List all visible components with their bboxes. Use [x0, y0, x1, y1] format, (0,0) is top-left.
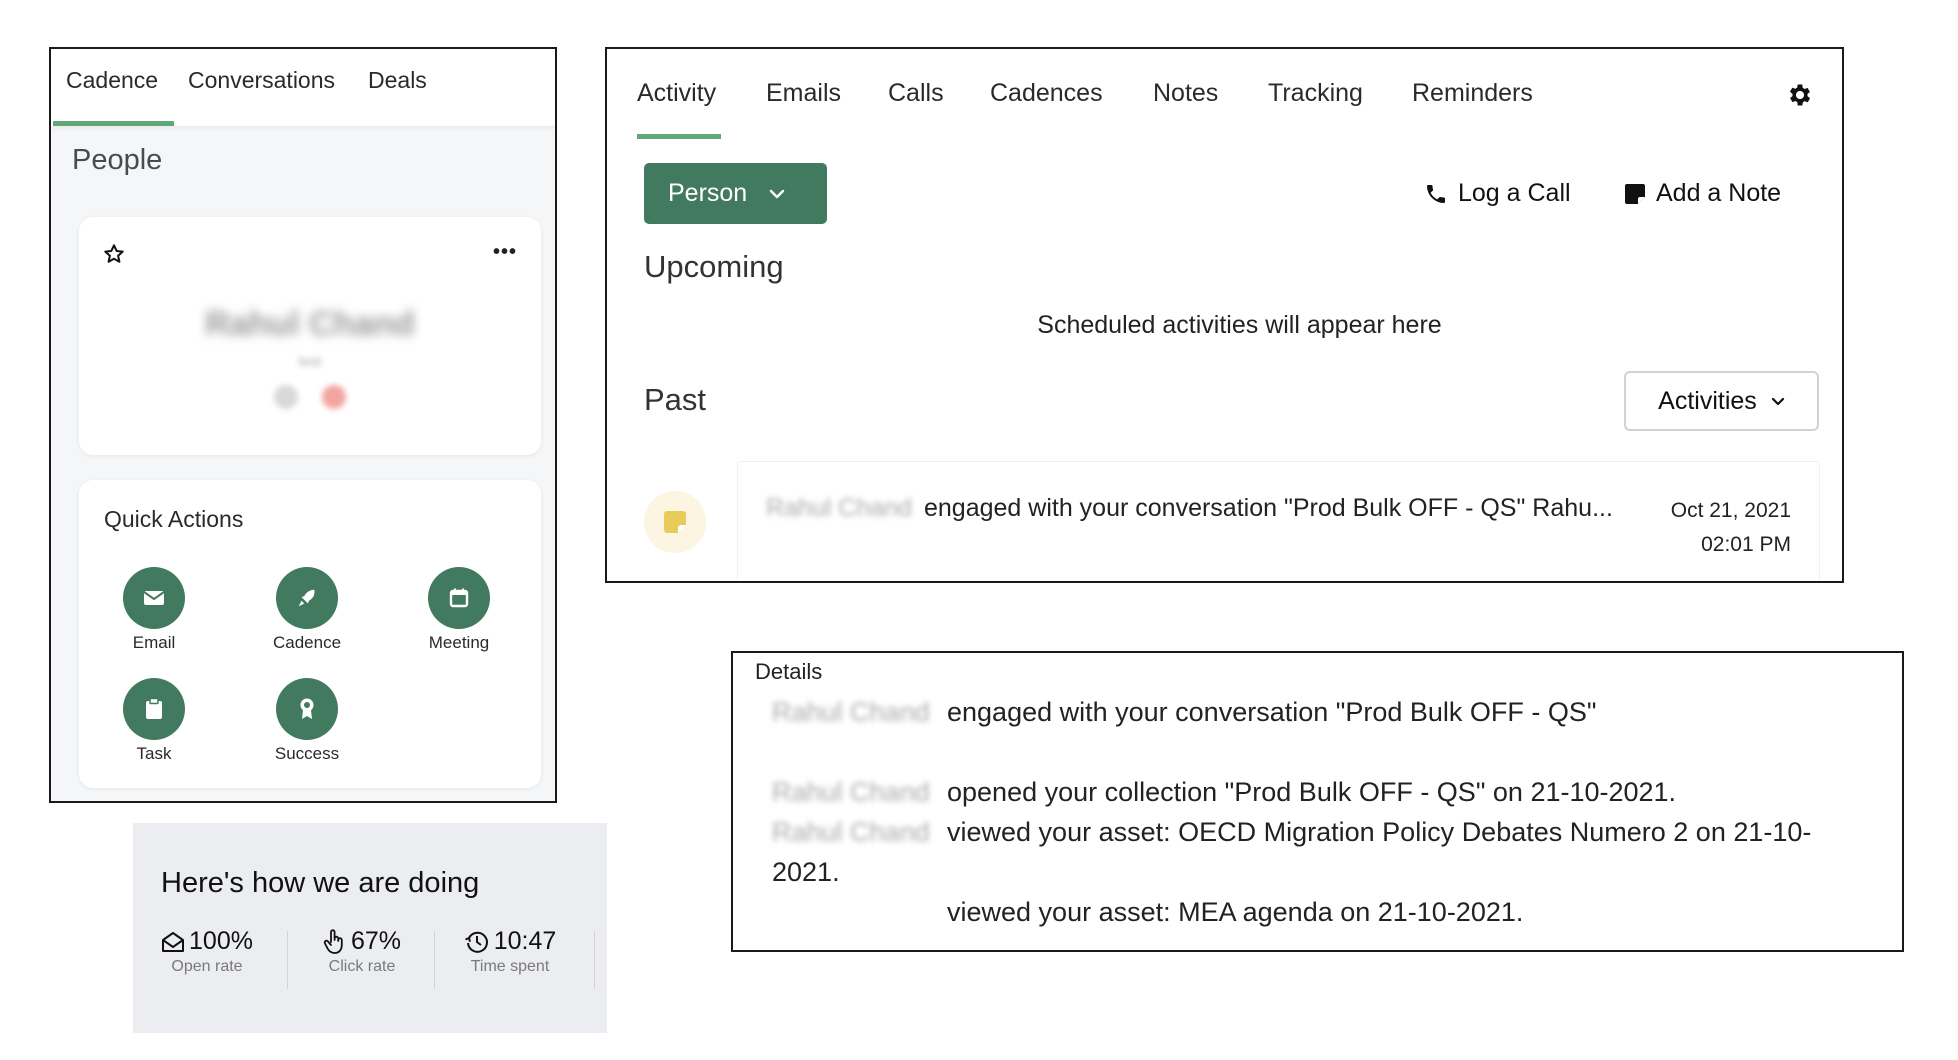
- tab-conversations[interactable]: Conversations: [188, 67, 335, 94]
- phone-icon[interactable]: [273, 385, 298, 409]
- chevron-down-icon: [770, 189, 785, 198]
- upcoming-section-title: Upcoming: [644, 249, 784, 284]
- tab-notes[interactable]: Notes: [1153, 79, 1218, 108]
- person-contact-icons: [79, 385, 541, 414]
- calendar-icon: [449, 588, 469, 608]
- detail-line: engaged with your conversation "Prod Bul…: [947, 697, 1597, 727]
- quick-action-label: Email: [132, 633, 176, 652]
- activity-time: 02:01 PM: [1701, 533, 1791, 556]
- quick-action-label: Success: [274, 744, 340, 763]
- detail-line-continuation: 2021.: [772, 857, 840, 887]
- stat-time-spent: 10:47 Time spent: [436, 927, 584, 976]
- activity-person-name[interactable]: Rahul Chand: [766, 494, 912, 523]
- stat-value: 67%: [350, 927, 402, 955]
- stat-value: 10:47: [493, 927, 557, 955]
- clipboard-icon: [146, 698, 162, 719]
- stats-title: Here's how we are doing: [161, 867, 480, 899]
- tab-cadence[interactable]: Cadence: [66, 67, 158, 94]
- quick-actions-card: Quick Actions Email Cadence Meeting Task: [79, 480, 541, 788]
- tab-reminders[interactable]: Reminders: [1412, 79, 1533, 108]
- stat-divider: [434, 931, 435, 989]
- stat-open-rate: 100% Open rate: [133, 927, 281, 976]
- detail-line: viewed your asset: MEA agenda on 21-10-2…: [947, 897, 1524, 927]
- tab-cadences[interactable]: Cadences: [990, 79, 1103, 108]
- phone-icon: [1427, 184, 1445, 203]
- contact-sidebar-panel: Cadence Conversations Deals People ••• R…: [49, 47, 557, 803]
- tab-deals[interactable]: Deals: [368, 67, 427, 94]
- activities-filter-label: Activities: [1658, 386, 1757, 415]
- stat-label: Click rate: [328, 958, 396, 975]
- tab-calls[interactable]: Calls: [888, 79, 944, 108]
- person-filter-label: Person: [668, 179, 748, 207]
- detail-person-name: Rahul Chand: [772, 777, 930, 807]
- section-title-people: People: [72, 144, 163, 176]
- detail-person-name: Rahul Chand: [772, 817, 930, 847]
- more-options-icon[interactable]: •••: [493, 242, 517, 262]
- quick-action-email[interactable]: Email: [94, 567, 214, 653]
- quick-action-meeting[interactable]: Meeting: [399, 567, 519, 653]
- note-icon: [664, 511, 686, 533]
- chevron-down-icon: [1771, 397, 1784, 405]
- stat-label: Time spent: [470, 958, 550, 975]
- pointer-hand-icon: [323, 928, 343, 954]
- quick-action-label: Meeting: [428, 633, 490, 652]
- person-card: ••• Rahul Chand test: [79, 217, 541, 455]
- person-name: Rahul Chand: [205, 305, 415, 343]
- upcoming-empty-message: Scheduled activities will appear here: [1037, 311, 1442, 339]
- detail-line: opened your collection "Prod Bulk OFF - …: [947, 777, 1677, 807]
- detail-person-name: Rahul Chand: [772, 697, 930, 727]
- activities-filter-dropdown[interactable]: Activities: [1624, 371, 1819, 431]
- details-title: Details: [755, 659, 823, 684]
- quick-action-task[interactable]: Task: [94, 678, 214, 764]
- quick-action-success[interactable]: Success: [247, 678, 367, 764]
- activity-details-panel: Details Rahul Chand engaged with your co…: [731, 651, 1904, 952]
- tab-activity[interactable]: Activity: [637, 79, 716, 108]
- quick-action-label: Task: [136, 744, 172, 763]
- add-note-button[interactable]: Add a Note: [1624, 179, 1781, 208]
- sidebar-tab-bar: Cadence Conversations Deals: [51, 49, 555, 126]
- history-clock-icon: [464, 931, 488, 953]
- stat-label: Open rate: [171, 958, 243, 975]
- tab-emails[interactable]: Emails: [766, 79, 841, 108]
- star-icon[interactable]: [103, 243, 125, 265]
- email-status-icon[interactable]: [322, 385, 347, 409]
- performance-stats-card: Here's how we are doing 100% Open rate 6…: [133, 823, 607, 1033]
- stat-divider: [594, 931, 595, 989]
- detail-line: viewed your asset: OECD Migration Policy…: [947, 817, 1812, 847]
- award-icon: [300, 698, 314, 719]
- activity-panel: Activity Emails Calls Cadences Notes Tra…: [605, 47, 1844, 583]
- activity-type-badge: [644, 491, 706, 553]
- quick-actions-title: Quick Actions: [104, 506, 244, 532]
- activity-date: Oct 21, 2021: [1670, 499, 1791, 522]
- activity-timestamp: Oct 21, 2021 02:01 PM: [1671, 494, 1791, 562]
- active-tab-indicator: [637, 134, 721, 139]
- tab-tracking[interactable]: Tracking: [1268, 79, 1363, 108]
- log-call-label: Log a Call: [1458, 179, 1571, 207]
- rocket-icon: [298, 589, 315, 607]
- activity-list-item[interactable]: Rahul Chand engaged with your conversati…: [737, 461, 1820, 581]
- person-subtitle: test: [298, 353, 322, 369]
- active-tab-indicator: [53, 121, 174, 126]
- activity-description: engaged with your conversation "Prod Bul…: [924, 494, 1613, 522]
- stat-click-rate: 67% Click rate: [288, 927, 436, 976]
- past-section-title: Past: [644, 382, 707, 417]
- envelope-icon: [143, 591, 165, 605]
- quick-action-cadence[interactable]: Cadence: [247, 567, 367, 653]
- person-filter-dropdown[interactable]: Person: [644, 163, 827, 224]
- log-call-button[interactable]: Log a Call: [1424, 179, 1571, 208]
- gear-icon[interactable]: [1786, 81, 1814, 109]
- sticky-note-icon: [1625, 183, 1645, 204]
- stat-value: 100%: [189, 927, 253, 955]
- add-note-label: Add a Note: [1656, 179, 1782, 207]
- quick-action-label: Cadence: [272, 633, 342, 652]
- open-envelope-icon: [162, 931, 185, 952]
